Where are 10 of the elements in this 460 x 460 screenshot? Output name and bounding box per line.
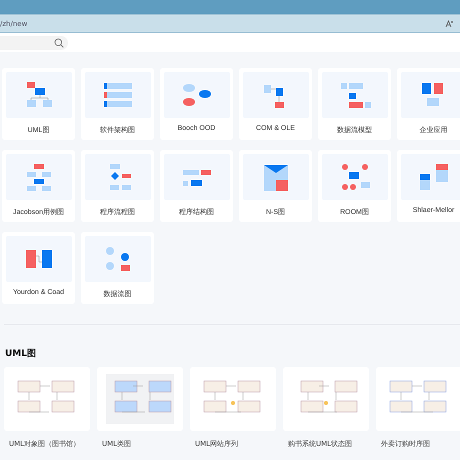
- template-card[interactable]: [190, 367, 276, 431]
- diagram-preview-drawing: [105, 373, 175, 425]
- read-aloud-icon[interactable]: [445, 20, 454, 28]
- search-field[interactable]: [0, 36, 68, 50]
- template-card[interactable]: [283, 367, 369, 431]
- template-card[interactable]: [97, 367, 183, 431]
- section-title: UML图: [5, 348, 37, 360]
- template-card[interactable]: [376, 367, 460, 431]
- search-icon[interactable]: [54, 38, 64, 48]
- template-card[interactable]: [4, 367, 90, 431]
